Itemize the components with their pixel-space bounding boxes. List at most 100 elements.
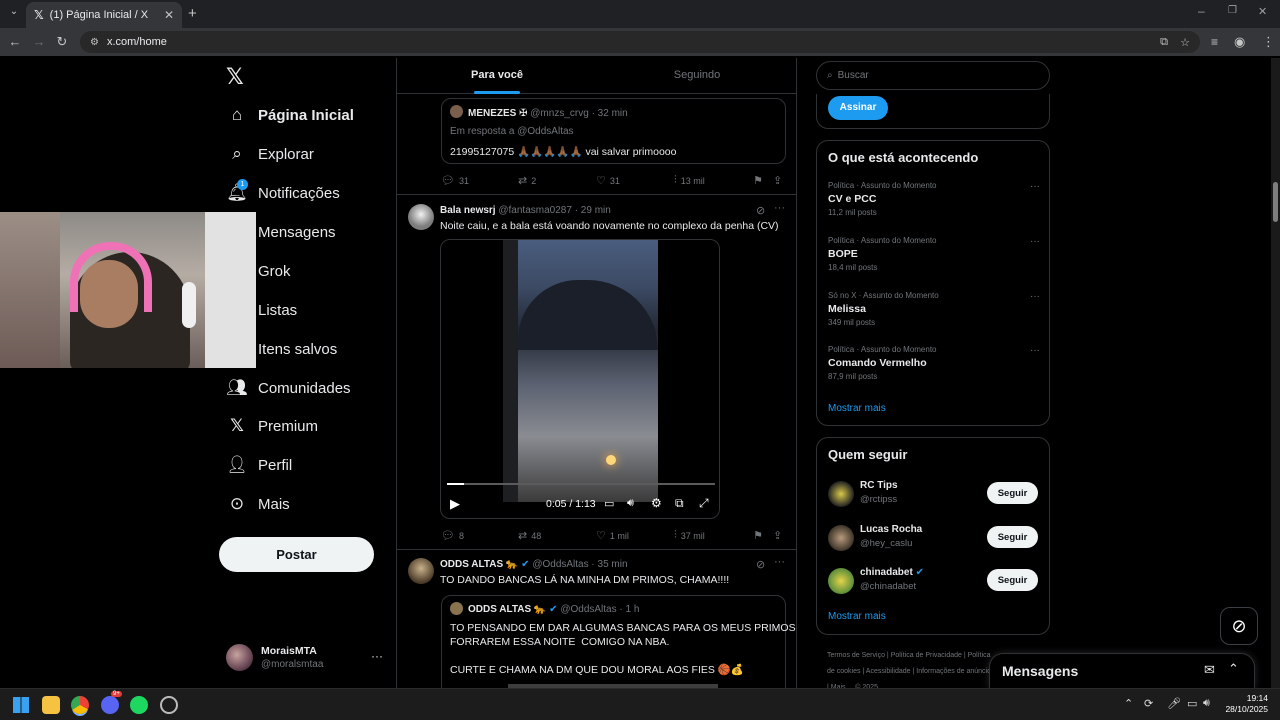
more-icon[interactable]: ··· — [774, 556, 785, 568]
like-button[interactable]: ♡ 1 mil — [596, 529, 629, 542]
bookmark-button[interactable]: ⚑ — [753, 174, 767, 187]
repost-button[interactable]: ⇄ 48 — [518, 529, 541, 542]
show-more-link[interactable]: Mostrar mais — [828, 611, 886, 622]
reply-card[interactable]: MENEZES ✠ @mnzs_crvg · 32 min Em respost… — [441, 98, 786, 164]
subscribe-button[interactable]: Assinar — [828, 96, 888, 120]
more-icon[interactable]: ··· — [1030, 291, 1040, 302]
author-name[interactable]: MENEZES ✠ — [468, 108, 528, 119]
nav-communities[interactable]: 👥︎ Comunidades — [226, 378, 350, 398]
browser-menu-icon[interactable]: ⋮ — [1262, 34, 1275, 50]
avatar[interactable] — [408, 204, 434, 230]
follow-suggestion[interactable]: RC Tips @rctipss Seguir — [828, 478, 1040, 510]
pip-icon[interactable]: ⧉ — [675, 496, 684, 511]
more-icon[interactable]: ··· — [774, 202, 785, 214]
reply-button[interactable]: 💬︎ 31 — [441, 174, 469, 187]
back-icon[interactable]: ← — [3, 34, 27, 49]
grok-icon[interactable]: ⊘ — [756, 558, 765, 571]
restore-icon[interactable]: ❐ — [1228, 5, 1237, 16]
profile-icon[interactable]: ◉ — [1234, 34, 1245, 50]
author-name[interactable]: ODDS ALTAS 🐆 — [440, 559, 518, 570]
video-progress-track[interactable] — [447, 483, 715, 485]
follow-button[interactable]: Seguir — [987, 526, 1038, 548]
media-control-icon[interactable]: ≡ — [1211, 35, 1218, 49]
like-button[interactable]: ♡ 31 — [596, 174, 620, 187]
network-icon[interactable]: ▭ — [1187, 697, 1197, 710]
minimize-icon[interactable]: – — [1198, 4, 1205, 18]
repost-button[interactable]: ⇄ 2 — [518, 174, 536, 187]
new-message-icon[interactable]: ✉ — [1204, 662, 1215, 678]
play-icon[interactable]: ▶ — [450, 496, 460, 512]
file-explorer-icon[interactable] — [42, 696, 60, 714]
nav-premium[interactable]: 𝕏 Premium — [226, 416, 318, 436]
nav-explore[interactable]: ⌕ Explorar — [226, 144, 314, 164]
account-switcher[interactable]: MoraisMTA @moralsmtaa ··· — [226, 643, 386, 673]
x-logo-icon[interactable]: 𝕏 — [226, 64, 244, 90]
tab-following[interactable]: Seguindo — [597, 58, 796, 93]
microphone-icon[interactable]: 🎤︎ — [1167, 697, 1181, 710]
close-window-icon[interactable]: ✕ — [1258, 5, 1267, 18]
fullscreen-icon[interactable]: ⤢ — [699, 496, 709, 511]
views-button[interactable]: ⫶ 37 mil — [674, 529, 705, 542]
more-icon[interactable]: ··· — [1030, 345, 1040, 356]
follow-button[interactable]: Seguir — [987, 482, 1038, 504]
grok-icon[interactable]: ⊘ — [756, 204, 765, 217]
trend-item[interactable]: Só no X · Assunto do Momento Melissa 349… — [828, 291, 1040, 331]
tab-search-icon[interactable]: ⌄ — [2, 6, 26, 17]
nav-notifications[interactable]: 🔔︎ 1 Notificações — [226, 179, 340, 203]
more-icon[interactable]: ··· — [1030, 181, 1040, 192]
author-handle[interactable]: @fantasma0287 — [498, 205, 572, 216]
discord-icon[interactable]: 9+ — [101, 691, 122, 714]
install-app-icon[interactable]: ⧉ — [1160, 36, 1168, 49]
post-button[interactable]: Postar — [219, 537, 374, 572]
tab-for-you[interactable]: Para você — [397, 58, 597, 94]
author-handle[interactable]: @mnzs_crvg — [530, 108, 589, 119]
search-box[interactable]: ⌕ Buscar — [816, 61, 1050, 90]
volume-icon[interactable]: 🔊︎ — [627, 497, 634, 510]
settings-icon[interactable]: ⚙ — [651, 496, 662, 510]
footer-link[interactable]: Termos de Serviço — [827, 652, 885, 659]
author-name[interactable]: Bala newsrj — [440, 205, 496, 216]
views-button[interactable]: ⫶ 13 mil — [674, 174, 705, 187]
trend-item[interactable]: Política · Assunto do Momento CV e PCC 1… — [828, 181, 1040, 221]
close-tab-icon[interactable]: ✕ — [164, 8, 174, 22]
more-icon[interactable]: ··· — [1030, 236, 1040, 247]
footer-link[interactable]: Política de Privacidade — [891, 652, 962, 659]
author-handle[interactable]: @OddsAltas — [532, 559, 588, 570]
reload-icon[interactable]: ↻ — [50, 34, 74, 50]
share-button[interactable]: ⇪ — [773, 174, 786, 187]
nav-more[interactable]: ⊙ Mais — [226, 494, 290, 514]
browser-tab[interactable]: 𝕏 (1) Página Inicial / X ✕ — [26, 2, 182, 28]
windows-start-icon[interactable] — [13, 697, 29, 713]
new-tab-icon[interactable]: + — [188, 5, 197, 22]
quoted-tweet[interactable]: ODDS ALTAS 🐆 ✔ @OddsAltas · 1 h TO PENSA… — [441, 595, 796, 688]
volume-icon[interactable]: 🔊︎ — [1203, 697, 1210, 710]
clock[interactable]: 19:14 28/10/2025 — [1222, 693, 1268, 715]
grok-floating-button[interactable]: ⊘ — [1220, 607, 1258, 645]
footer-link[interactable]: Informações de anúncios — [916, 668, 994, 675]
share-button[interactable]: ⇪ — [773, 529, 786, 542]
show-more-link[interactable]: Mostrar mais — [828, 403, 886, 414]
tray-overflow-icon[interactable]: ⌃ — [1124, 697, 1133, 710]
sync-icon[interactable]: ⟳ — [1144, 697, 1153, 710]
nav-profile[interactable]: 👤︎ Perfil — [226, 455, 292, 475]
more-icon[interactable]: ··· — [371, 649, 383, 663]
video-player[interactable]: ▶ 0:05 / 1:13 ▭ 🔊︎ ⚙ ⧉ ⤢ — [440, 239, 720, 519]
follow-button[interactable]: Seguir — [987, 569, 1038, 591]
messages-drawer[interactable]: Mensagens ✉ ⌃ — [989, 653, 1255, 688]
captions-icon[interactable]: ▭ — [604, 497, 614, 510]
address-bar[interactable]: ⚙ x.com/home ⧉ ☆ — [80, 31, 1200, 53]
scrollbar-thumb[interactable] — [1273, 182, 1278, 222]
trend-item[interactable]: Política · Assunto do Momento BOPE 18,4 … — [828, 236, 1040, 276]
nav-home[interactable]: ⌂ Página Inicial — [226, 105, 354, 125]
reply-button[interactable]: 💬︎ 8 — [441, 529, 464, 542]
chrome-icon[interactable] — [71, 696, 89, 714]
site-info-icon[interactable]: ⚙ — [90, 37, 99, 48]
trend-item[interactable]: Política · Assunto do Momento Comando Ve… — [828, 345, 1040, 385]
bookmark-button[interactable]: ⚑ — [753, 529, 767, 542]
expand-icon[interactable]: ⌃ — [1228, 661, 1239, 677]
spotify-icon[interactable] — [130, 696, 148, 714]
app-icon[interactable] — [160, 696, 178, 714]
footer-link[interactable]: Acessibilidade — [866, 668, 911, 675]
bookmark-star-icon[interactable]: ☆ — [1180, 36, 1190, 49]
follow-suggestion[interactable]: Lucas Rocha @hey_caslu Seguir — [828, 522, 1040, 554]
